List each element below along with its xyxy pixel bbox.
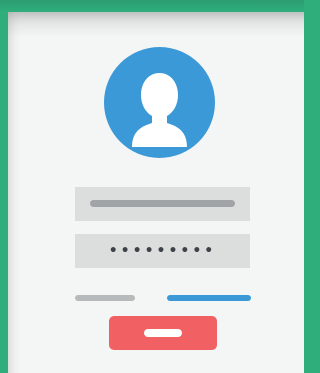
username-field[interactable] [75, 187, 250, 221]
forgot-password-link[interactable] [167, 295, 251, 301]
login-card: ••••••••• [8, 12, 304, 373]
user-silhouette-icon [132, 73, 187, 147]
card-shadow [8, 12, 304, 38]
user-avatar-icon [104, 47, 215, 158]
password-field[interactable]: ••••••••• [75, 234, 250, 268]
username-placeholder-line [90, 200, 235, 207]
login-button[interactable] [109, 316, 217, 350]
password-mask: ••••••••• [108, 243, 217, 259]
remember-me-link[interactable] [75, 295, 135, 301]
window-top-bar [0, 0, 304, 12]
login-button-label-line [144, 329, 182, 337]
